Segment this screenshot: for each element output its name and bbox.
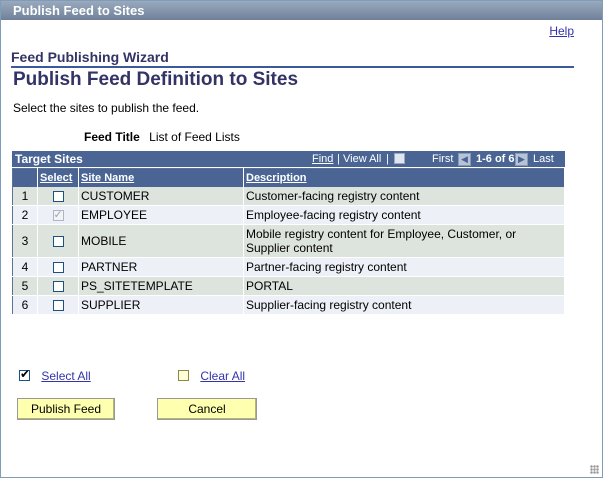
- cancel-button[interactable]: Cancel: [157, 398, 257, 420]
- select-all-control: Select All: [19, 367, 91, 383]
- publish-feed-button[interactable]: Publish Feed: [17, 398, 115, 420]
- clear-all-checkbox-icon[interactable]: [178, 370, 189, 382]
- find-link[interactable]: Find: [312, 153, 333, 165]
- description-cell: Customer-facing registry content: [243, 187, 565, 206]
- select-all-link[interactable]: Select All: [41, 369, 90, 383]
- row-number: 5: [12, 276, 38, 296]
- site-select-checkbox: [52, 208, 64, 222]
- select-cell: [37, 205, 79, 225]
- site-select-checkbox[interactable]: [52, 281, 64, 293]
- row-number-header: [12, 168, 38, 187]
- dialog-window: Publish Feed to Sites Help Feed Publishi…: [0, 0, 603, 478]
- page-title: Publish Feed Definition to Sites: [13, 69, 299, 90]
- select-cell: [37, 295, 79, 315]
- site-name-cell: CUSTOMER: [78, 187, 244, 206]
- clear-all-control: Clear All: [178, 368, 245, 383]
- row-number: 2: [12, 205, 38, 225]
- feed-title-label: Feed Title: [84, 130, 140, 144]
- select-cell: [37, 187, 79, 206]
- instruction-text: Select the sites to publish the feed.: [13, 101, 200, 115]
- nav-separator: |: [337, 153, 340, 165]
- grid-navigation: Find | View All | First ◀ 1-6 of 6 ▶ Las…: [312, 153, 562, 167]
- first-label: First: [432, 153, 454, 165]
- description-cell: Partner-facing registry content: [243, 257, 565, 277]
- table-row: 2 EMPLOYEEEmployee-facing registry conten…: [12, 205, 565, 225]
- next-arrow-icon[interactable]: ▶: [515, 153, 528, 166]
- select-column-header[interactable]: Select: [37, 168, 79, 187]
- last-label: Last: [533, 153, 554, 165]
- select-all-checkbox-icon[interactable]: [19, 367, 30, 382]
- description-column-header[interactable]: Description: [243, 168, 565, 187]
- description-cell: PORTAL: [243, 276, 565, 296]
- row-number: 3: [12, 224, 38, 258]
- nav-separator-2: |: [386, 153, 389, 165]
- site-select-checkbox[interactable]: [52, 300, 64, 312]
- site-select-checkbox[interactable]: [52, 191, 64, 203]
- select-cell: [37, 224, 79, 258]
- row-number: 6: [12, 295, 38, 315]
- row-number: 4: [12, 257, 38, 277]
- table-row: 5 PS_SITETEMPLATE PORTAL: [12, 276, 565, 296]
- feed-title-value: List of Feed Lists: [149, 130, 240, 144]
- window-title: Publish Feed to Sites: [1, 1, 602, 20]
- download-grid-icon[interactable]: [394, 153, 405, 164]
- table-row: 6 SUPPLIER Supplier-facing registry conten…: [12, 295, 565, 315]
- site-name-cell: EMPLOYEE: [78, 205, 244, 225]
- select-cell: [37, 257, 79, 277]
- row-range: 1-6 of 6: [476, 153, 515, 165]
- select-cell: [37, 276, 79, 296]
- site-name-cell: SUPPLIER: [78, 295, 244, 315]
- site-select-checkbox[interactable]: [52, 236, 64, 248]
- site-name-cell: PS_SITETEMPLATE: [78, 276, 244, 296]
- description-cell: Employee-facing registry content: [243, 205, 565, 225]
- table-row: 1 CUSTOMER Customer-facing registry conten…: [12, 187, 565, 206]
- view-all-link[interactable]: View All: [343, 153, 381, 165]
- grid-title: Target Sites: [15, 152, 83, 166]
- site-name-column-header[interactable]: Site Name: [78, 168, 244, 187]
- feed-title-field: Feed Title List of Feed Lists: [84, 130, 240, 144]
- wizard-title: Feed Publishing Wizard: [11, 49, 574, 68]
- description-cell: Mobile registry content for Employee, Cu…: [243, 224, 565, 258]
- description-cell: Supplier-facing registry content: [243, 295, 565, 315]
- row-number: 1: [12, 187, 38, 206]
- target-sites-grid: Select Site Name Description 1 CUSTOMER Cu…: [12, 168, 565, 315]
- clear-all-link[interactable]: Clear All: [200, 369, 245, 383]
- table-row: 3 MOBILE Mobile registry content for Emplo…: [12, 224, 565, 258]
- resize-grip-icon[interactable]: [590, 465, 599, 474]
- site-select-checkbox[interactable]: [52, 262, 64, 274]
- help-link[interactable]: Help: [549, 24, 574, 38]
- site-name-cell: PARTNER: [78, 257, 244, 277]
- grid-header-bar: Target Sites Find | View All | First ◀ 1…: [12, 151, 565, 167]
- site-name-cell: MOBILE: [78, 224, 244, 258]
- table-row: 4 PARTNER Partner-facing registry content: [12, 257, 565, 277]
- previous-arrow-icon[interactable]: ◀: [458, 153, 471, 166]
